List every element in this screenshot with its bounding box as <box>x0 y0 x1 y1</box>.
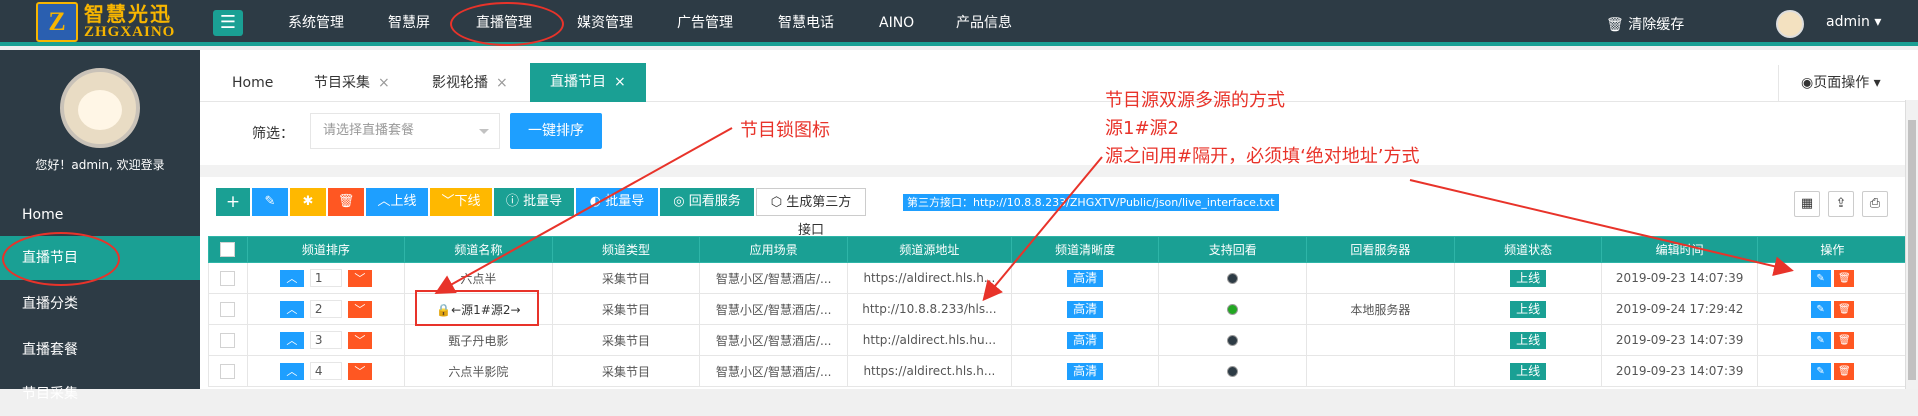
arrow-edit <box>1409 179 1794 277</box>
annotation-arrows <box>434 127 1794 302</box>
arrow-lock <box>434 127 733 294</box>
arrow-url <box>982 156 1103 302</box>
